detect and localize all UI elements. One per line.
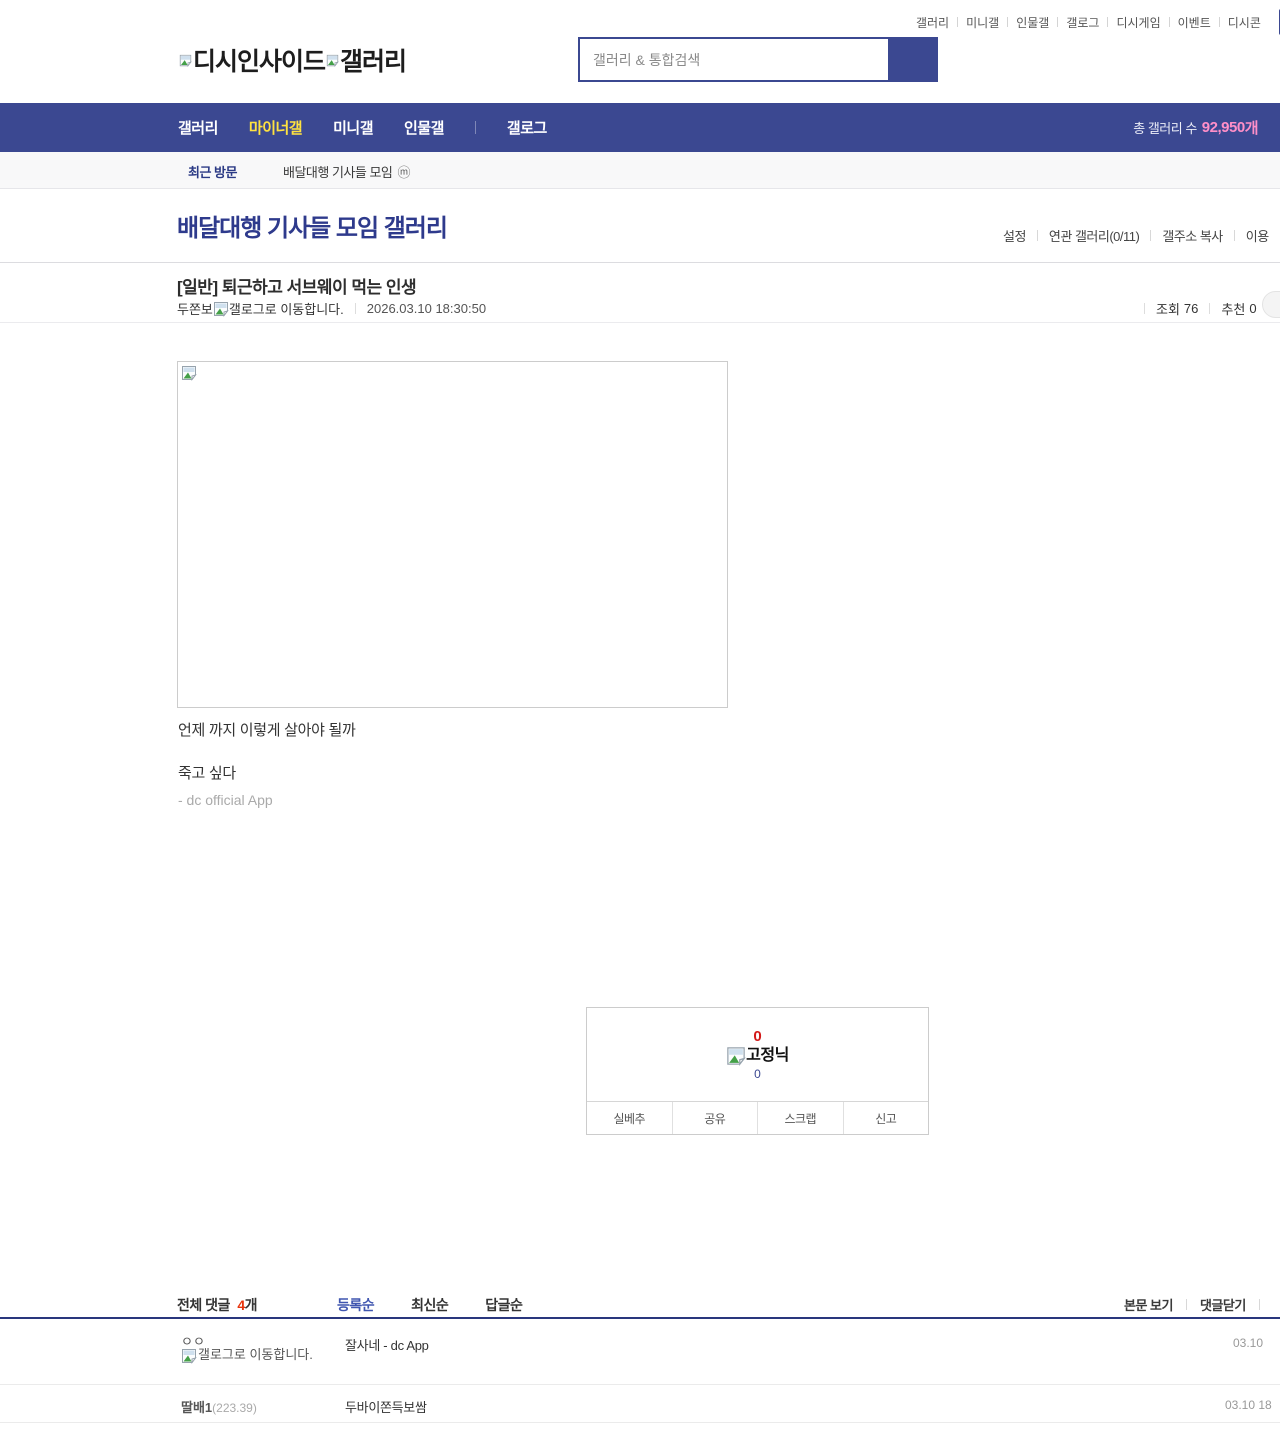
recent-visit-bar: 최근 방문 배달대행 기사들 모임 ⓜ bbox=[0, 152, 1280, 189]
logo-text-dcinside: 디시인사이드 bbox=[193, 48, 326, 76]
global-nav-items: 갤러리 마이너갤 미니갤 인물갤 갤로그 bbox=[178, 103, 547, 152]
comments-count: 4 bbox=[237, 1297, 245, 1313]
comments-total-label: 전체 댓글 bbox=[177, 1297, 230, 1313]
divider bbox=[1144, 303, 1145, 314]
share-button[interactable]: 공유 bbox=[671, 1102, 757, 1134]
total-gallery-count: 총 갤러리 수 92,950 개 bbox=[1133, 103, 1258, 152]
gallery-settings-link[interactable]: 설정 bbox=[1003, 226, 1037, 245]
recommend-count: 0 bbox=[1249, 301, 1257, 316]
logo-text-gallery: 갤러리 bbox=[340, 48, 407, 76]
recent-visit-gallery-link[interactable]: 배달대행 기사들 모임 ⓜ bbox=[283, 162, 410, 181]
nav-item-gallog[interactable]: 갤로그 bbox=[507, 117, 547, 138]
nav-item-gallery[interactable]: 갤러리 bbox=[178, 117, 218, 138]
report-button[interactable]: 신고 bbox=[842, 1102, 928, 1134]
minor-gallery-badge-icon: ⓜ bbox=[397, 165, 411, 180]
topbar-link-gallery[interactable]: 갤러리 bbox=[908, 14, 957, 31]
tab-sort-replies[interactable]: 답글순 bbox=[485, 1295, 523, 1315]
dc-app-signature: - dc official App bbox=[178, 792, 273, 808]
post-meta: 두쫀보 갤로그로 이동합니다. 2026.03.10 18:30:50 bbox=[177, 299, 486, 318]
broken-image-icon bbox=[213, 301, 229, 317]
comment-text: 잘사네 - dc App bbox=[345, 1338, 429, 1353]
upvote-fixed-nick-button[interactable]: 고정닉 bbox=[726, 1046, 789, 1066]
comment-author[interactable]: 딸배1(223.39) bbox=[181, 1397, 257, 1416]
gallery-head-links: 설정 연관 갤러리(0/11) 갤주소 복사 이용 bbox=[1003, 226, 1280, 245]
post-body-line: 언제 까지 이렇게 살아야 될까 bbox=[178, 722, 356, 739]
divider bbox=[1185, 1299, 1187, 1310]
close-comments-button[interactable]: 댓글닫기 bbox=[1200, 1295, 1246, 1314]
broken-image-icon bbox=[726, 1046, 746, 1066]
comment-sort-tabs: 등록순 최신순 답글순 bbox=[337, 1295, 523, 1315]
author-gallog-link[interactable]: 갤로그로 이동합니다. bbox=[213, 299, 344, 318]
search-button[interactable] bbox=[888, 39, 936, 80]
gallog-alt-text: 갤로그로 이동합니다. bbox=[198, 1347, 313, 1362]
comments-total: 전체 댓글 4개 bbox=[177, 1295, 258, 1315]
copy-gallery-url-link[interactable]: 갤주소 복사 bbox=[1151, 226, 1233, 245]
post-body-line: 죽고 싶다 bbox=[178, 765, 236, 782]
downvote-count: 0 bbox=[754, 1066, 761, 1081]
recommend-buttons-row: 실베추 공유 스크랩 신고 bbox=[587, 1102, 928, 1134]
total-gallery-unit: 개 bbox=[1244, 120, 1259, 137]
total-gallery-number: 92,950 bbox=[1201, 119, 1245, 136]
divider bbox=[354, 303, 356, 314]
comment-author-ip: (223.39) bbox=[212, 1401, 257, 1415]
views-label: 조회 bbox=[1156, 302, 1180, 317]
divider bbox=[1258, 1299, 1260, 1310]
search-input[interactable] bbox=[580, 39, 888, 80]
scrap-button[interactable]: 스크랩 bbox=[757, 1102, 843, 1134]
recent-visit-label[interactable]: 최근 방문 bbox=[188, 162, 237, 181]
topbar-link-dcgame[interactable]: 디시게임 bbox=[1108, 14, 1168, 31]
post-title: [일반] 퇴근하고 서브웨이 먹는 인생 bbox=[177, 278, 417, 297]
page: 갤러리 미니갤 인물갤 갤로그 디시게임 이벤트 디시콘 로그인 디시인사이드 … bbox=[0, 0, 1280, 1429]
divider bbox=[1209, 303, 1211, 314]
nav-item-minorgall-active[interactable]: 마이너갤 bbox=[249, 117, 303, 138]
gallery-title[interactable]: 배달대행 기사들 모임 갤러리 bbox=[177, 208, 448, 243]
silbechu-button[interactable]: 실베추 bbox=[587, 1102, 672, 1134]
topbar-link-minigall[interactable]: 미니갤 bbox=[958, 14, 1007, 31]
broken-image-icon bbox=[181, 1348, 197, 1364]
fixed-nick-alt-text: 고정닉 bbox=[746, 1046, 789, 1064]
broken-image-icon bbox=[179, 54, 192, 67]
total-gallery-label: 총 갤러리 수 bbox=[1133, 121, 1197, 136]
topbar-link-persongall[interactable]: 인물갤 bbox=[1008, 14, 1057, 31]
divider bbox=[474, 121, 476, 134]
views-count: 76 bbox=[1183, 301, 1199, 316]
topbar-link-event[interactable]: 이벤트 bbox=[1170, 14, 1219, 31]
broken-image-icon bbox=[181, 365, 197, 381]
comment-row: 딸배1(223.39) 두바이쫀득보쌈 03.10 18 bbox=[0, 1385, 1280, 1423]
related-galleries-link[interactable]: 연관 갤러리(0/11) bbox=[1038, 226, 1150, 245]
top-utility-bar: 갤러리 미니갤 인물갤 갤로그 디시게임 이벤트 디시콘 로그인 bbox=[908, 9, 1280, 35]
post-header: [일반] 퇴근하고 서브웨이 먹는 인생 두쫀보 갤로그로 이동합니다. 202… bbox=[0, 262, 1280, 323]
comments-header-right: 본문 보기 댓글닫기 bbox=[1124, 1295, 1260, 1314]
upvote-count: 0 bbox=[753, 1027, 762, 1045]
gallog-alt-text: 갤로그로 이동합니다. bbox=[228, 302, 344, 317]
recommend-vote-area: 0 고정닉 0 bbox=[587, 1008, 928, 1102]
nav-item-persongall[interactable]: 인물갤 bbox=[404, 117, 444, 138]
nav-item-minigall[interactable]: 미니갤 bbox=[333, 117, 373, 138]
broken-image-icon bbox=[326, 54, 339, 67]
comments-count-unit: 개 bbox=[244, 1297, 258, 1313]
post-broken-image bbox=[177, 361, 728, 708]
topbar-link-gallog[interactable]: 갤로그 bbox=[1058, 14, 1107, 31]
comment-date: 03.10 bbox=[1233, 1336, 1264, 1350]
comment-author-gallog-link[interactable]: 갤로그로 이동합니다. bbox=[181, 1347, 313, 1364]
recommend-label: 추천 bbox=[1221, 302, 1246, 317]
recent-visit-gallery-name: 배달대행 기사들 모임 bbox=[283, 165, 393, 180]
recommend-box: 0 고정닉 0 실베추 공유 스크랩 신고 bbox=[586, 1007, 929, 1135]
view-post-button[interactable]: 본문 보기 bbox=[1124, 1295, 1173, 1314]
comment-author-name: 딸배1 bbox=[181, 1400, 213, 1415]
comments-header: 전체 댓글 4개 등록순 최신순 답글순 본문 보기 댓글닫기 bbox=[0, 1293, 1280, 1319]
post-date: 2026.03.10 18:30:50 bbox=[366, 301, 487, 316]
comment-row: ㅇㅇ 갤로그로 이동합니다. 잘사네 - dc App 03.10 bbox=[0, 1319, 1280, 1385]
post-stats: 조회 76 추천 0 bbox=[1133, 299, 1280, 318]
usage-guide-link[interactable]: 이용 bbox=[1235, 226, 1280, 245]
search-box bbox=[578, 37, 938, 82]
site-logo[interactable]: 디시인사이드 갤러리 bbox=[178, 42, 407, 78]
comment-text: 두바이쫀득보쌈 bbox=[345, 1400, 427, 1415]
tab-sort-registered[interactable]: 등록순 bbox=[337, 1295, 375, 1315]
global-nav: 갤러리 마이너갤 미니갤 인물갤 갤로그 총 갤러리 수 92,950 개 bbox=[0, 103, 1280, 152]
comment-date: 03.10 18 bbox=[1225, 1398, 1272, 1412]
topbar-link-dccon[interactable]: 디시콘 bbox=[1220, 14, 1269, 31]
post-author[interactable]: 두쫀보 bbox=[177, 299, 213, 318]
tab-sort-newest[interactable]: 최신순 bbox=[411, 1295, 449, 1315]
